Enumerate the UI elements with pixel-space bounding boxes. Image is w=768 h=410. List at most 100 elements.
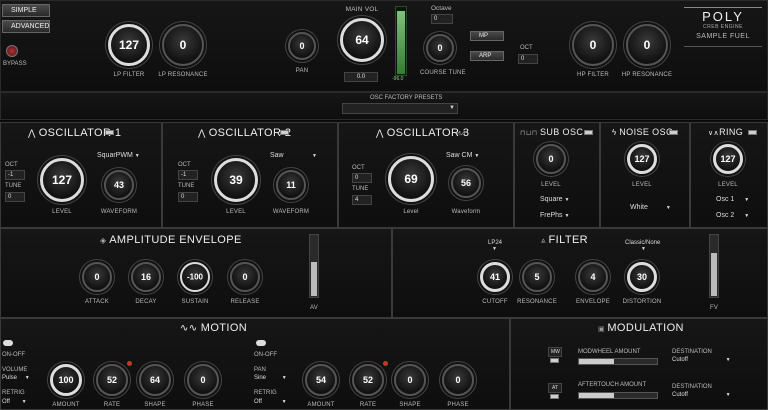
aftertouch-amount-slider[interactable] [578, 392, 658, 399]
motion-right-amount-knob[interactable]: 54 [305, 364, 337, 396]
motion-right-shape-knob[interactable]: 0 [394, 364, 426, 396]
resonance-label: RESONANCE [517, 299, 557, 305]
motion-left-rate-label: RATE [103, 402, 121, 408]
noise-osc-level-label: LEVEL [632, 182, 652, 188]
osc2-level-label: LEVEL [226, 209, 246, 215]
filter-mode-select[interactable]: Classic/None ▼ [625, 240, 660, 252]
osc2-waveform-select[interactable]: Saw ▼ [270, 152, 342, 159]
chevron-down-icon: ▼ [134, 153, 140, 159]
motion-left-retrig-select[interactable]: Off ▼ [2, 399, 27, 405]
osc2-tune-label: TUNE [178, 183, 195, 189]
main-vol-readout: 0.0 [344, 72, 378, 82]
octave-field[interactable]: 0 [431, 14, 453, 24]
osc2-tune-field[interactable]: 0 [178, 192, 198, 202]
oct-field[interactable]: 0 [518, 54, 538, 64]
osc1-toggle[interactable] [105, 130, 114, 135]
sustain-knob[interactable]: -100 [180, 262, 210, 292]
osc3-level-knob[interactable]: 69 [388, 156, 434, 202]
lp-filter-knob[interactable]: 127 [108, 24, 150, 66]
noise-osc-toggle[interactable] [669, 130, 678, 135]
motion-left-dest-select[interactable]: Pulse ▼ [2, 375, 30, 381]
ring-source1-select[interactable]: Osc 1 ▼ [716, 196, 749, 203]
coarse-tune-knob[interactable]: 0 [426, 34, 454, 62]
lp-resonance-knob[interactable]: 0 [162, 24, 204, 66]
ring-mod-icon: ∨∧ [708, 130, 720, 137]
noise-type-select[interactable]: White ▼ [630, 204, 671, 211]
mp-button[interactable]: MP [470, 31, 504, 41]
motion-right-dest-label: PAN [254, 367, 266, 373]
motion-left-amount-knob[interactable]: 100 [50, 364, 82, 396]
av-slider[interactable] [309, 234, 319, 298]
osc2-title: ⋀ OSCILLATOR 2 [198, 127, 292, 139]
octave-label: Octave [431, 5, 452, 12]
osc2-level-knob[interactable]: 39 [214, 158, 258, 202]
simple-button[interactable]: SIMPLE [2, 4, 50, 17]
envelope-knob[interactable]: 4 [578, 262, 608, 292]
osc2-toggle[interactable] [280, 130, 289, 135]
filter-type-select[interactable]: LP24 ▼ [488, 240, 502, 252]
chevron-down-icon: ▼ [281, 399, 287, 405]
motion-left-toggle[interactable] [3, 340, 13, 346]
osc1-oct-field[interactable]: -1 [5, 170, 25, 180]
decay-label: DECAY [135, 299, 157, 305]
arp-button[interactable]: ARP [470, 51, 504, 61]
motion-right-dest-select[interactable]: Sine ▼ [254, 375, 287, 381]
osc3-tune-field[interactable]: 4 [352, 195, 372, 205]
osc3-waveform-select[interactable]: Saw CM ▼ [446, 152, 479, 159]
ring-source2-select[interactable]: Osc 2 ▼ [716, 212, 749, 219]
modwheel-dest-select[interactable]: Cutoff ▼ [672, 357, 731, 363]
wave-icon: ∿∿ [180, 323, 201, 334]
motion-right-toggle[interactable] [256, 340, 266, 346]
osc2-oct-field[interactable]: -1 [178, 170, 198, 180]
triangle-wave-icon: ⋀ [376, 128, 387, 138]
resonance-knob[interactable]: 5 [522, 262, 552, 292]
advanced-button[interactable]: ADVANCED [2, 20, 50, 33]
motion-right-rate-knob[interactable]: 52 [352, 364, 384, 396]
cutoff-knob[interactable]: 41 [480, 262, 510, 292]
pan-label: PAN [295, 68, 309, 74]
square-wave-icon: ⊓⊔⊓ [520, 130, 540, 137]
osc1-level-knob[interactable]: 127 [40, 158, 84, 202]
motion-right-phase-knob[interactable]: 0 [442, 364, 474, 396]
hp-filter-knob[interactable]: 0 [572, 24, 614, 66]
motion-right-retrig-select[interactable]: Off ▼ [254, 399, 287, 405]
ring-toggle[interactable] [748, 130, 757, 135]
pan-knob[interactable]: 0 [288, 32, 316, 60]
aftertouch-dest-label: DESTINATION [672, 384, 712, 390]
osc3-oct-field[interactable]: 0 [352, 173, 372, 183]
noise-osc-level-knob[interactable]: 127 [627, 144, 657, 174]
aftertouch-toggle[interactable] [550, 394, 559, 399]
osc3-waveform-label: Waveform [451, 209, 481, 215]
sub-osc-shape-select[interactable]: Square ▼ [540, 196, 569, 203]
attack-knob[interactable]: 0 [82, 262, 112, 292]
chevron-down-icon: ▼ [492, 246, 497, 252]
osc1-tune-field[interactable]: 0 [5, 192, 25, 202]
ring-level-knob[interactable]: 127 [713, 144, 743, 174]
fv-label: FV [709, 305, 719, 311]
motion-right-phase-label: PHASE [447, 402, 469, 408]
osc2-waveform-knob[interactable]: 11 [276, 170, 306, 200]
meter-db-readout: -96.0 [392, 76, 404, 82]
presets-dropdown[interactable] [342, 103, 458, 114]
osc1-waveform-select[interactable]: SquarPWM ▼ [97, 152, 140, 159]
fv-slider[interactable] [709, 234, 719, 298]
triangle-wave-icon: ⋀ [198, 128, 209, 138]
bypass-button[interactable] [6, 45, 18, 57]
main-vol-knob[interactable]: 64 [340, 18, 384, 62]
hp-resonance-knob[interactable]: 0 [626, 24, 668, 66]
release-knob[interactable]: 0 [230, 262, 260, 292]
decay-knob[interactable]: 16 [131, 262, 161, 292]
attack-label: ATTACK [85, 299, 109, 305]
motion-left-shape-knob[interactable]: 64 [139, 364, 171, 396]
sub-osc-mode-select[interactable]: FrePhs ▼ [540, 212, 569, 219]
modwheel-amount-slider[interactable] [578, 358, 658, 365]
distortion-knob[interactable]: 30 [627, 262, 657, 292]
motion-left-rate-knob[interactable]: 52 [96, 364, 128, 396]
modwheel-toggle[interactable] [550, 358, 559, 363]
sub-osc-level-knob[interactable]: 0 [536, 144, 566, 174]
osc1-waveform-knob[interactable]: 43 [104, 170, 134, 200]
sub-osc-toggle[interactable] [584, 130, 593, 135]
osc3-waveform-knob[interactable]: 56 [451, 168, 481, 198]
motion-left-phase-knob[interactable]: 0 [187, 364, 219, 396]
aftertouch-dest-select[interactable]: Cutoff ▼ [672, 392, 731, 398]
